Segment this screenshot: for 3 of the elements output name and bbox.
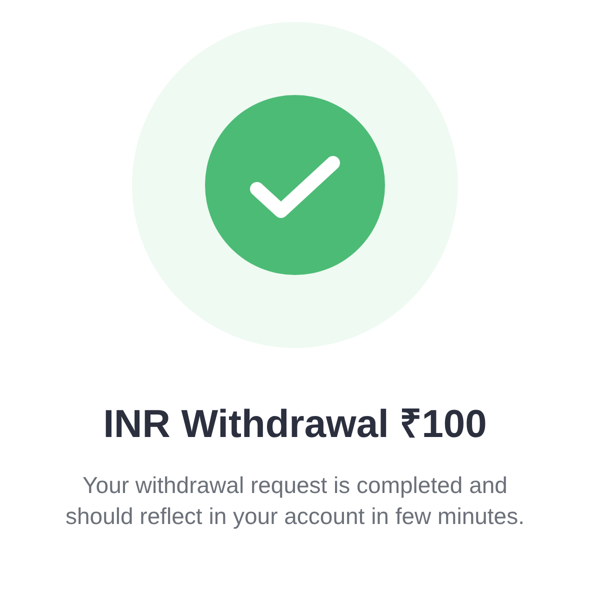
checkmark-icon	[249, 155, 341, 219]
status-message: Your withdrawal request is completed and should reflect in your account in few minutes.	[65, 471, 525, 531]
withdrawal-title: INR Withdrawal ₹100	[103, 402, 487, 448]
